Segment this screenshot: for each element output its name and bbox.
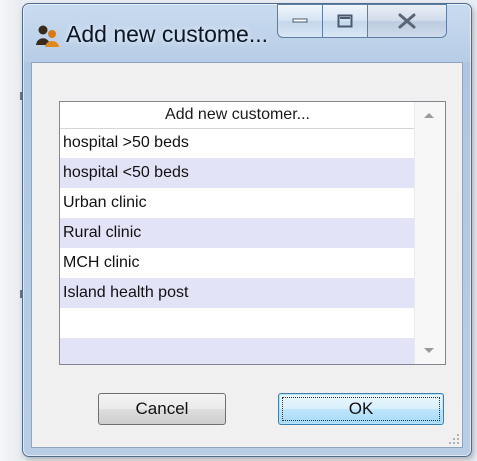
dialog-content: Add new customer... hospital >50 beds hos…	[31, 62, 463, 448]
close-button[interactable]	[367, 4, 447, 38]
people-icon	[35, 23, 59, 47]
title-bar[interactable]: Add new custome...	[23, 4, 471, 60]
resize-grip-icon[interactable]	[448, 433, 460, 445]
list-item[interactable]: MCH clinic	[60, 248, 415, 278]
maximize-button[interactable]	[322, 4, 368, 38]
list-item[interactable]: Island health post	[60, 278, 415, 308]
minimize-button[interactable]	[277, 4, 323, 38]
list-scrollbar[interactable]	[414, 102, 445, 364]
close-icon	[398, 13, 416, 29]
customer-type-list[interactable]: Add new customer... hospital >50 beds hos…	[59, 101, 446, 365]
list-item[interactable]: Urban clinic	[60, 188, 415, 218]
add-customer-dialog: Add new custome... Add new customer... h…	[22, 3, 472, 457]
ok-button[interactable]: OK	[278, 393, 444, 425]
list-item[interactable]	[60, 338, 415, 364]
scroll-up-arrow-icon[interactable]	[424, 113, 434, 118]
cancel-button[interactable]: Cancel	[98, 393, 226, 425]
list-header[interactable]: Add new customer...	[60, 102, 415, 129]
background-window-edge	[0, 0, 22, 461]
window-title: Add new custome...	[66, 21, 268, 47]
scroll-down-arrow-icon[interactable]	[424, 348, 434, 353]
list-item[interactable]	[60, 308, 415, 338]
maximize-icon	[337, 14, 353, 28]
list-item[interactable]: hospital <50 beds	[60, 158, 415, 188]
list-item[interactable]: Rural clinic	[60, 218, 415, 248]
minimize-icon	[292, 18, 308, 23]
focus-rectangle	[282, 397, 440, 421]
list-item[interactable]: hospital >50 beds	[60, 128, 415, 158]
list-rows: hospital >50 beds hospital <50 beds Urban …	[60, 128, 415, 364]
